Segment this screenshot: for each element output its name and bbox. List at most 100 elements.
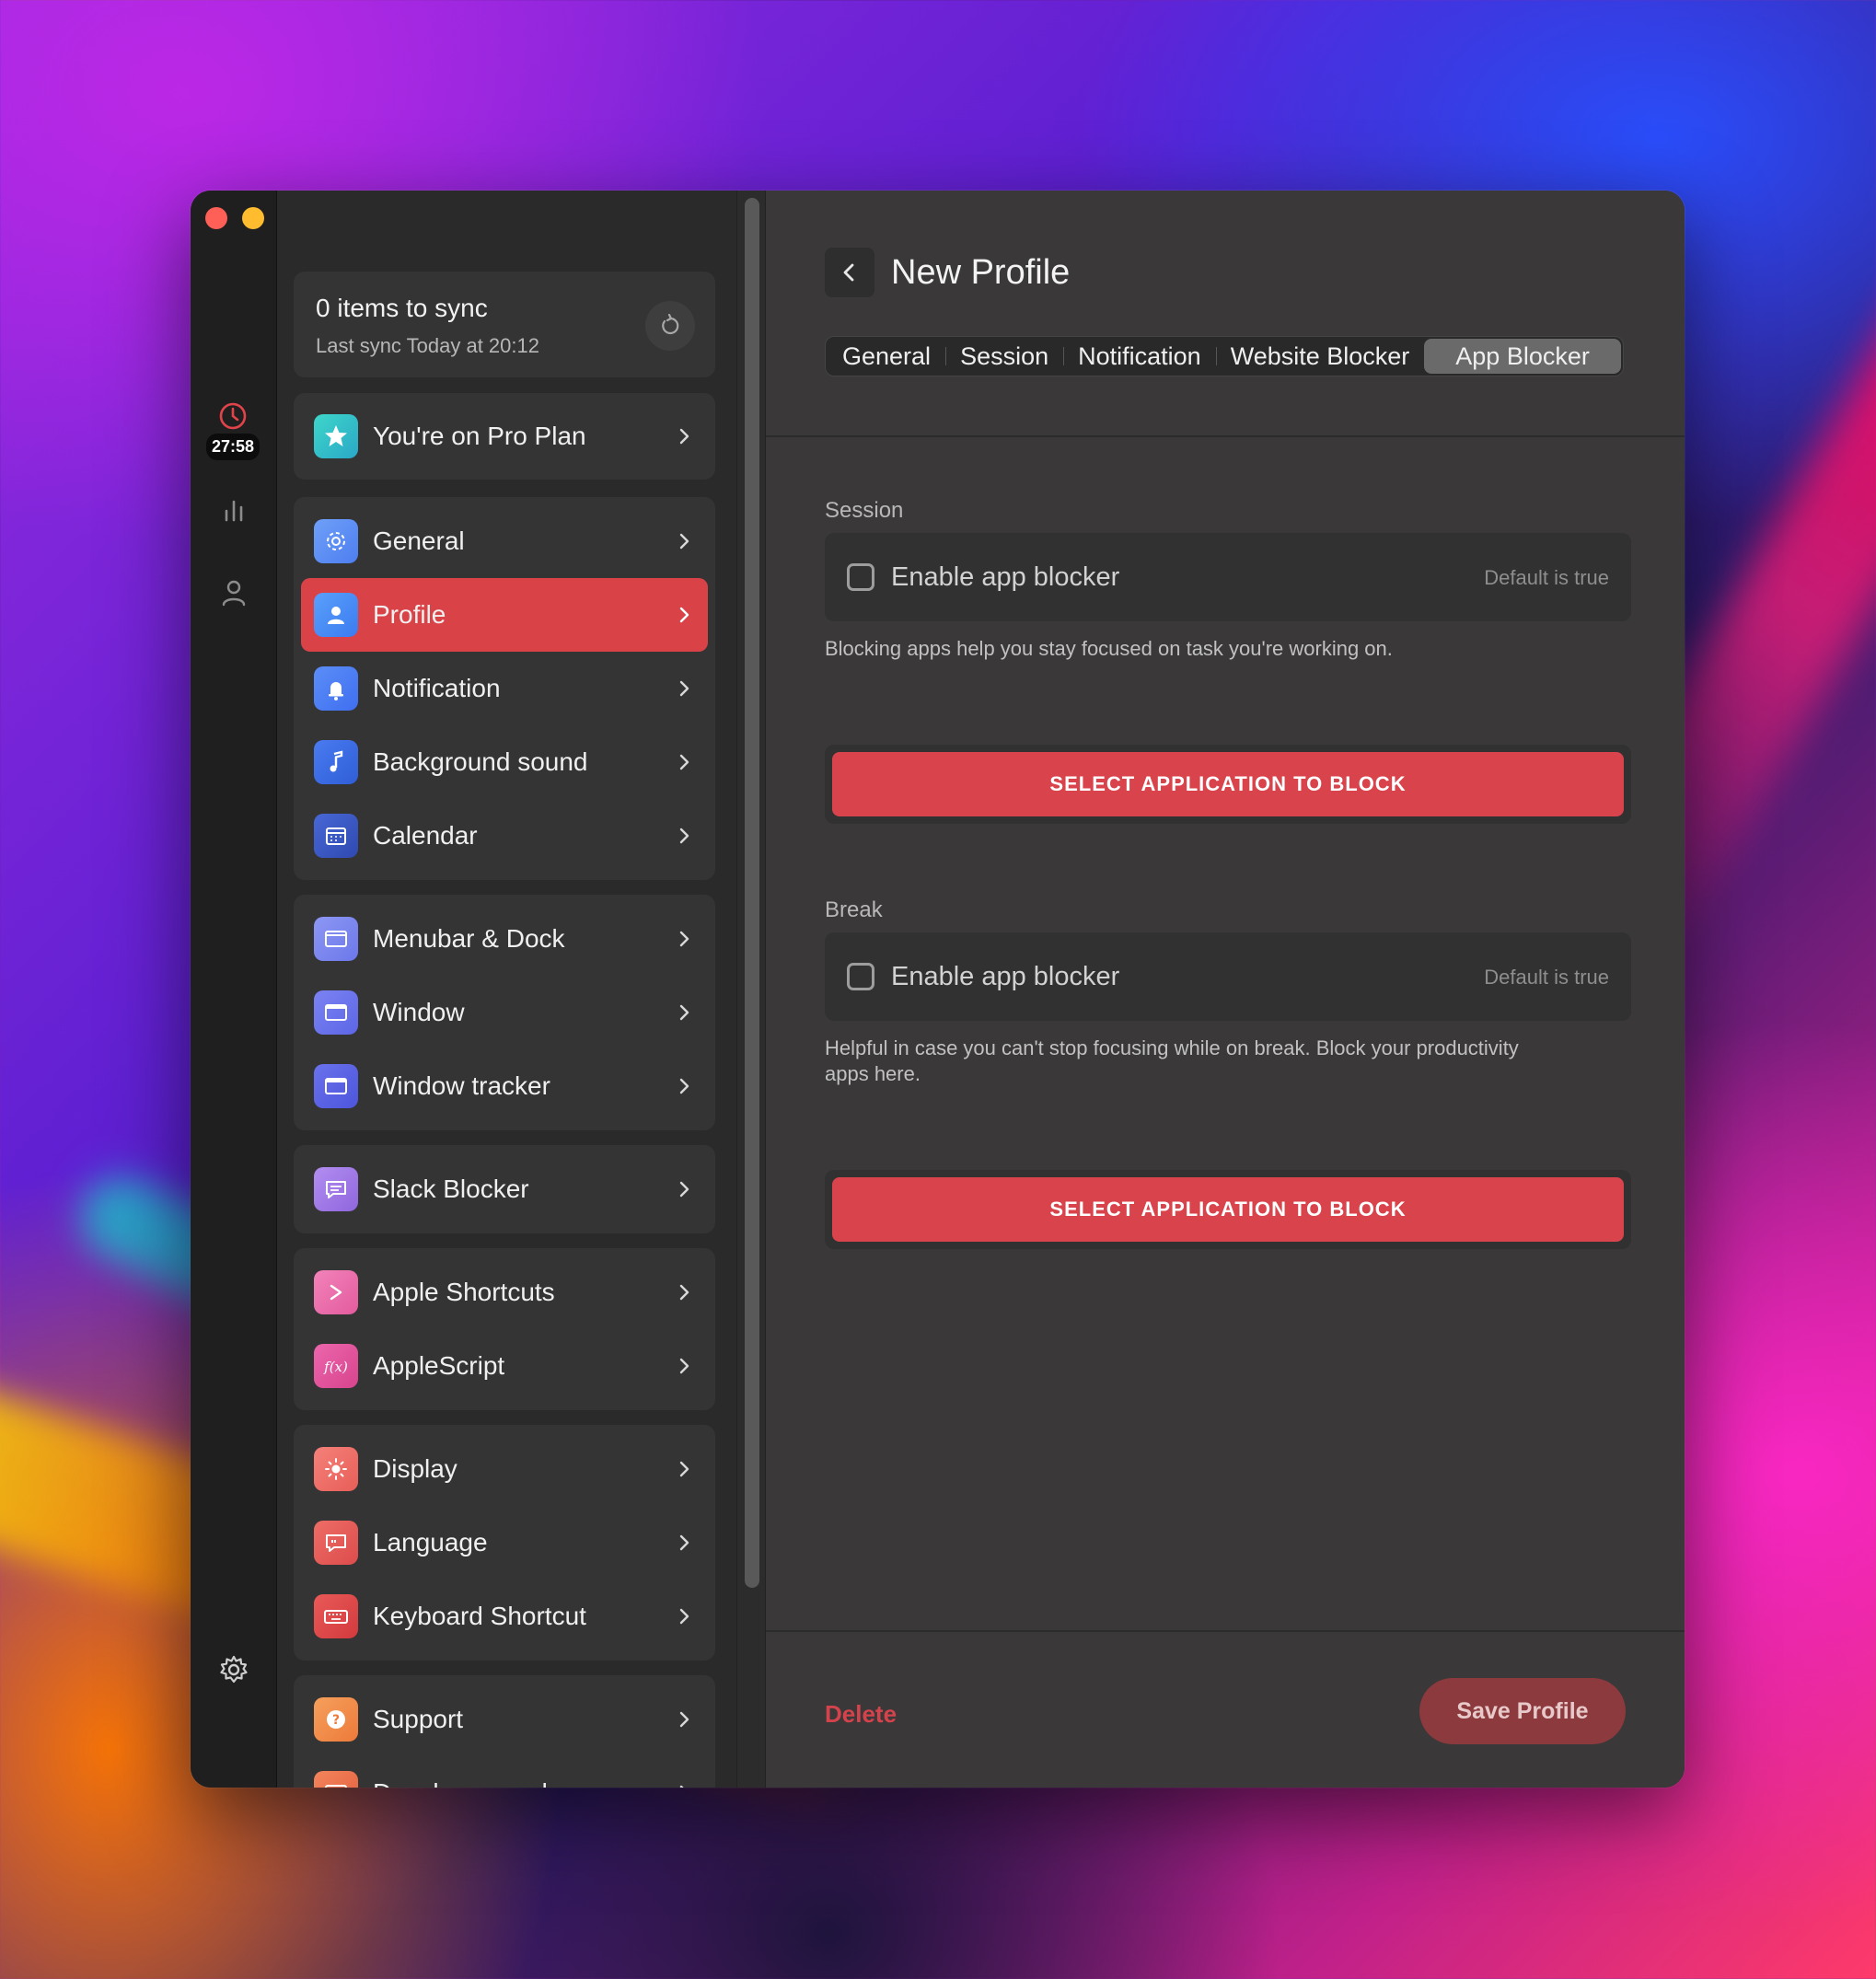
tab-notification[interactable]: Notification: [1063, 339, 1216, 374]
shortcuts-icon: [314, 1270, 358, 1314]
delete-profile-button[interactable]: Delete: [825, 1700, 897, 1729]
sidebar-item-label: Profile: [373, 600, 446, 629]
sidebar-item-slack-blocker[interactable]: Slack Blocker: [301, 1152, 708, 1226]
section-label-session: Session: [825, 498, 904, 523]
break-enable-checkbox[interactable]: [847, 963, 874, 990]
sidebar-item-label: Slack Blocker: [373, 1175, 529, 1203]
chevron-right-icon: [679, 1608, 689, 1625]
sidebar-item-label: General: [373, 527, 465, 555]
bell-icon: [314, 666, 358, 711]
chevron-right-icon: [679, 1785, 684, 1788]
window-tracker-icon: [314, 1064, 358, 1108]
page-title: New Profile: [891, 253, 1071, 292]
clock-icon: [219, 402, 247, 430]
settings-window: 27:58 0 items to sync Last sync Today at…: [191, 191, 1685, 1788]
chevron-right-icon: [679, 607, 689, 623]
person-icon: [314, 593, 358, 637]
gear-icon[interactable]: [218, 1654, 249, 1685]
calendar-icon: [314, 814, 358, 858]
sidebar-group-automation: Apple Shortcuts f(x) AppleScript: [294, 1248, 715, 1410]
footer-divider: [766, 1630, 1685, 1632]
sidebar-item-label: Keyboard Shortcut: [373, 1602, 586, 1630]
sidebar-item-support[interactable]: ? Support: [301, 1683, 708, 1756]
sidebar-group-display: Display Language Keyboard Shortcut: [294, 1425, 715, 1661]
music-note-icon: [314, 740, 358, 784]
question-icon: ?: [314, 1697, 358, 1742]
sidebar-group-support: ? Support Developer mode: [294, 1675, 715, 1788]
session-help-text: Blocking apps help you stay focused on t…: [825, 637, 1393, 660]
back-button[interactable]: [825, 248, 874, 297]
refresh-icon: [662, 314, 679, 335]
window-icon: [314, 990, 358, 1035]
sidebar-item-developer-mode[interactable]: Developer mode: [301, 1756, 708, 1788]
speech-bubble-icon: [314, 1521, 358, 1565]
tab-app-blocker[interactable]: App Blocker: [1424, 339, 1621, 374]
svg-text:f(x): f(x): [323, 1359, 348, 1375]
developer-icon: [314, 1771, 358, 1788]
chevron-right-icon: [679, 1358, 689, 1374]
session-block-button-wrap: SELECT APPLICATION TO BLOCK: [825, 745, 1631, 824]
sidebar-item-keyboard-shortcut[interactable]: Keyboard Shortcut: [301, 1580, 708, 1653]
minimize-window-button[interactable]: [242, 207, 264, 229]
sync-subtitle: Last sync Today at 20:12: [316, 334, 539, 357]
tab-website-blocker[interactable]: Website Blocker: [1215, 339, 1425, 374]
chat-icon: [314, 1167, 358, 1211]
chevron-right-icon: [679, 827, 689, 844]
chevron-right-icon: [679, 754, 689, 770]
chevron-left-icon: [843, 263, 854, 282]
sidebar-item-pro-plan[interactable]: You're on Pro Plan: [301, 400, 708, 472]
break-enable-option: Enable app blocker Default is true: [825, 932, 1631, 1021]
sidebar-item-display[interactable]: Display: [301, 1432, 708, 1506]
sidebar-item-notification[interactable]: Notification: [301, 652, 708, 725]
pro-plan-group: You're on Pro Plan: [294, 393, 715, 480]
keyboard-icon: [314, 1594, 358, 1638]
sidebar-item-label: You're on Pro Plan: [373, 422, 586, 450]
session-select-app-button[interactable]: SELECT APPLICATION TO BLOCK: [832, 752, 1624, 816]
sidebar-item-general[interactable]: General: [301, 504, 708, 578]
star-icon: [314, 414, 358, 458]
person-icon[interactable]: [218, 577, 249, 608]
sidebar-item-calendar[interactable]: Calendar: [301, 799, 708, 873]
sidebar-scrollbar[interactable]: [736, 191, 766, 1788]
sidebar-item-apple-shortcuts[interactable]: Apple Shortcuts: [301, 1256, 708, 1329]
stats-icon[interactable]: [218, 494, 249, 526]
icon-rail: 27:58: [191, 191, 301, 1788]
sidebar-item-label: Notification: [373, 674, 501, 702]
break-select-app-button[interactable]: SELECT APPLICATION TO BLOCK: [832, 1177, 1624, 1242]
chevron-right-icon: [679, 931, 689, 947]
sync-refresh-button[interactable]: [645, 301, 695, 351]
svg-text:?: ?: [332, 1713, 340, 1728]
chevron-right-icon: [679, 428, 689, 445]
session-enable-checkbox[interactable]: [847, 563, 874, 591]
profile-tabs: General Session Notification Website Blo…: [825, 336, 1624, 376]
option-default-hint: Default is true: [1484, 966, 1609, 989]
sidebar-item-window[interactable]: Window: [301, 976, 708, 1049]
chevron-right-icon: [679, 1534, 689, 1551]
sidebar-item-applescript[interactable]: f(x) AppleScript: [301, 1329, 708, 1403]
chevron-right-icon: [679, 533, 689, 550]
sidebar-item-label: Window tracker: [373, 1071, 550, 1100]
tab-general[interactable]: General: [828, 339, 945, 374]
menubar-icon: [314, 917, 358, 961]
sidebar-item-label: Apple Shortcuts: [373, 1278, 555, 1306]
sidebar-item-background-sound[interactable]: Background sound: [301, 725, 708, 799]
scrollbar-thumb[interactable]: [745, 198, 759, 1588]
chevron-right-icon: [679, 1711, 689, 1728]
settings-sidebar: 0 items to sync Last sync Today at 20:12…: [277, 191, 736, 1788]
option-default-hint: Default is true: [1484, 566, 1609, 589]
tab-session[interactable]: Session: [945, 339, 1063, 374]
save-profile-button[interactable]: Save Profile: [1419, 1678, 1626, 1744]
chevron-right-icon: [679, 680, 689, 697]
sidebar-item-profile[interactable]: Profile: [301, 578, 708, 652]
timer-rail-button[interactable]: 27:58: [196, 400, 270, 460]
sidebar-item-label: Window: [373, 998, 465, 1026]
sidebar-item-window-tracker[interactable]: Window tracker: [301, 1049, 708, 1123]
sun-icon: [314, 1447, 358, 1491]
close-window-button[interactable]: [205, 207, 227, 229]
sidebar-item-label: Language: [373, 1528, 488, 1557]
sidebar-item-menubar-dock[interactable]: Menubar & Dock: [301, 902, 708, 976]
chevron-right-icon: [679, 1004, 689, 1021]
sidebar-item-language[interactable]: Language: [301, 1506, 708, 1580]
sidebar-item-label: AppleScript: [373, 1351, 505, 1380]
chevron-right-icon: [679, 1284, 689, 1301]
